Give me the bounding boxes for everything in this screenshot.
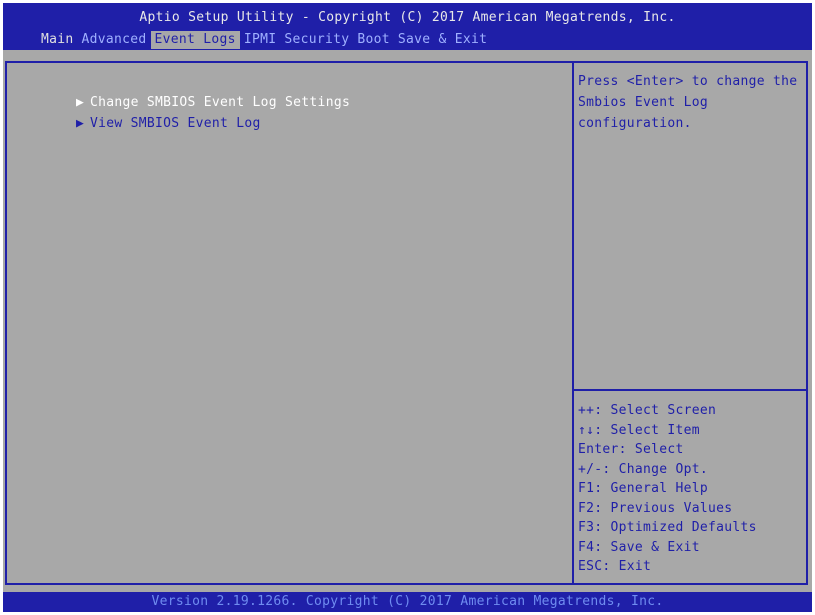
key-hint-general-help: F1: General Help <box>578 481 709 496</box>
key-hint-select-screen: ++: Select Screen <box>578 403 717 418</box>
setup-item-list: ▶ Change SMBIOS Event Log Settings ▶ View … <box>11 71 350 131</box>
tab-advanced[interactable]: Advanced <box>78 31 151 49</box>
key-hint-change-opt: +/-: Change Opt. <box>578 461 709 477</box>
menu-entry-change-smbios-event-log-settings[interactable]: ▶ Change SMBIOS Event Log Settings <box>11 71 350 110</box>
tab-ipmi[interactable]: IPMI <box>240 31 281 49</box>
main-frame: ▶ Change SMBIOS Event Log Settings ▶ View … <box>5 61 808 585</box>
menu-bar: Main Advanced Event Logs IPMI Security B… <box>37 31 491 49</box>
key-hint-previous-values: F2: Previous Values <box>578 500 733 516</box>
version-text: Version 2.19.1266. Copyright (C) 2017 Am… <box>151 594 664 609</box>
key-hint-save-exit: F4: Save & Exit <box>578 539 700 555</box>
tab-event-logs[interactable]: Event Logs <box>150 31 240 49</box>
triangle-right-icon: ▶ <box>76 116 85 131</box>
help-description: Press <Enter> to change the Smbios Event… <box>578 74 798 131</box>
tab-boot[interactable]: Boot <box>353 31 394 49</box>
key-hint-select-item: ↑↓: Select Item <box>578 422 700 438</box>
vertical-divider <box>572 63 574 583</box>
tab-save-exit[interactable]: Save & Exit <box>394 31 491 49</box>
key-hint-optimized-defaults: F3: Optimized Defaults <box>578 520 757 535</box>
bios-screen: Aptio Setup Utility - Copyright (C) 2017… <box>3 3 812 612</box>
menu-entry-label: View SMBIOS Event Log <box>90 116 261 131</box>
horizontal-divider <box>574 389 808 391</box>
footer-bar: Version 2.19.1266. Copyright (C) 2017 Am… <box>3 592 812 612</box>
key-hint-enter: Enter: Select <box>578 442 684 457</box>
key-legend: ++: Select Screen ↑↓: Select Item Enter:… <box>578 401 757 577</box>
menu-entry-label: Change SMBIOS Event Log Settings <box>90 95 351 110</box>
tab-main[interactable]: Main <box>37 31 78 49</box>
key-hint-exit: ESC: Exit <box>578 559 652 574</box>
tab-security[interactable]: Security <box>280 31 353 49</box>
title-text: Aptio Setup Utility - Copyright (C) 2017… <box>139 10 676 25</box>
triangle-right-icon: ▶ <box>76 95 85 110</box>
title-bar: Aptio Setup Utility - Copyright (C) 2017… <box>3 3 812 50</box>
